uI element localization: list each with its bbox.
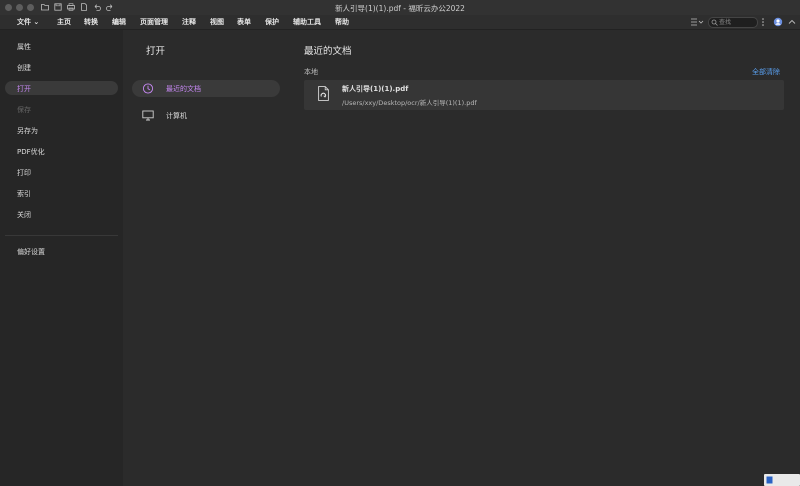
menu-home[interactable]: 主页 (57, 17, 71, 27)
layout-toggle-icon[interactable] (690, 17, 704, 27)
open-option-recent[interactable]: 最近的文档 (132, 80, 280, 97)
sidebar-item-label: 创建 (17, 64, 31, 72)
sidebar-item-open[interactable]: 打开 (5, 81, 118, 95)
menu-file[interactable]: 文件 ⌄ (17, 17, 39, 27)
sidebar-item-create[interactable]: 创建 (5, 60, 118, 74)
sidebar-item-print[interactable]: 打印 (5, 165, 118, 179)
open-option-computer[interactable]: 计算机 (132, 107, 280, 124)
open-option-label: 最近的文档 (166, 85, 201, 93)
recent-documents-title: 最近的文档 (304, 46, 352, 57)
sidebar-item-label: 关闭 (17, 211, 31, 219)
menu-form[interactable]: 表单 (237, 17, 251, 27)
sidebar-item-preferences[interactable]: 偏好设置 (5, 244, 118, 258)
user-avatar-icon[interactable] (773, 17, 783, 27)
watermark-icon (766, 476, 773, 484)
window-title: 新人引导(1)(1).pdf - 福昕云办公2022 (335, 4, 465, 13)
sidebar-item-label: 保存 (17, 106, 31, 114)
search-input[interactable] (719, 18, 755, 27)
recent-file-row[interactable]: 新人引导(1)(1).pdf /Users/xxy/Desktop/ocr/新人… (304, 80, 784, 110)
sidebar-item-label: 打印 (17, 169, 31, 177)
menu-protect[interactable]: 保护 (265, 17, 279, 27)
sidebar-item-label: 属性 (17, 43, 31, 51)
pdf-file-icon (318, 86, 329, 101)
search-box[interactable] (708, 17, 758, 28)
sidebar-item-pdf-optimize[interactable]: PDF优化 (5, 144, 118, 158)
sidebar-divider (5, 235, 118, 236)
menu-page-manage[interactable]: 页面管理 (140, 17, 168, 27)
sidebar-item-label: 打开 (17, 85, 31, 93)
recent-file-name: 新人引导(1)(1).pdf (342, 85, 409, 93)
sidebar-item-label: PDF优化 (17, 148, 45, 156)
more-options-icon[interactable] (761, 17, 765, 27)
menu-help[interactable]: 帮助 (335, 17, 349, 27)
watermark-logo (764, 474, 800, 486)
sidebar-item-save: 保存 (5, 102, 118, 116)
menu-view[interactable]: 视图 (210, 17, 224, 27)
menu-accessibility-tools[interactable]: 辅助工具 (293, 17, 321, 27)
open-panel-title: 打开 (146, 46, 166, 57)
monitor-icon (142, 110, 154, 121)
sidebar-item-label: 偏好设置 (17, 248, 45, 256)
search-icon (711, 19, 718, 26)
clock-icon (142, 83, 154, 94)
sidebar-item-save-as[interactable]: 另存为 (5, 123, 118, 137)
recent-file-path: /Users/xxy/Desktop/ocr/新人引导(1)(1).pdf (342, 99, 477, 107)
file-sidebar: 属性 创建 打开 保存 另存为 PDF优化 打印 索引 关闭 偏好设置 (0, 30, 123, 486)
menu-edit[interactable]: 编辑 (112, 17, 126, 27)
sidebar-item-properties[interactable]: 属性 (5, 39, 118, 53)
menu-bar: 文件 ⌄ 主页 转换 编辑 页面管理 注释 视图 表单 保护 辅助工具 帮助 (0, 15, 800, 30)
title-bar: 新人引导(1)(1).pdf - 福昕云办公2022 (0, 0, 800, 16)
clear-all-link[interactable]: 全部清除 (752, 67, 780, 77)
sidebar-item-label: 索引 (17, 190, 31, 198)
menu-convert[interactable]: 转换 (84, 17, 98, 27)
local-section-label: 本地 (304, 68, 318, 76)
sidebar-item-label: 另存为 (17, 127, 38, 135)
open-option-label: 计算机 (166, 112, 187, 120)
sidebar-item-index[interactable]: 索引 (5, 186, 118, 200)
collapse-ribbon-icon[interactable] (788, 17, 796, 27)
menu-comment[interactable]: 注释 (182, 17, 196, 27)
sidebar-item-close[interactable]: 关闭 (5, 207, 118, 221)
